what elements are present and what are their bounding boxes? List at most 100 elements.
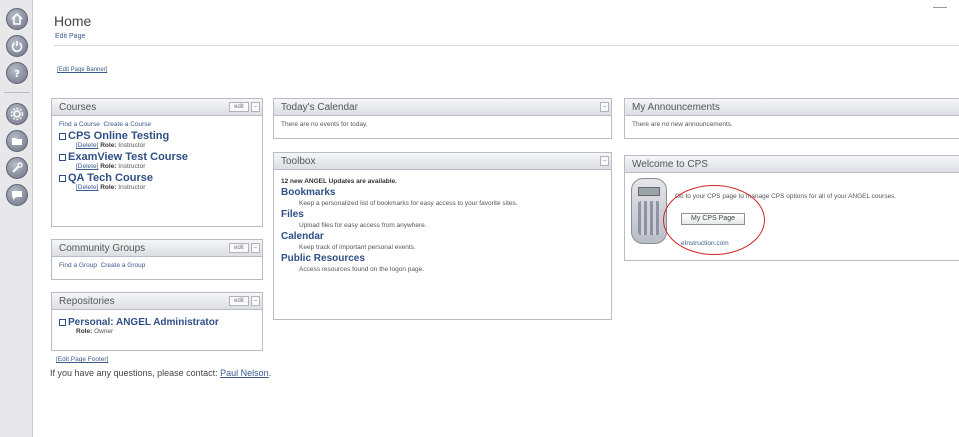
courses-panel: Courses edit – Find a Course Create a Co… <box>51 98 263 227</box>
announcements-panel-body: There are no new announcements. <box>625 116 959 133</box>
cps-panel-title: Welcome to CPS <box>632 159 708 170</box>
calendar-minimize-button[interactable]: – <box>600 102 609 112</box>
tools-icon[interactable] <box>6 157 28 179</box>
tool-bookmarks-link[interactable]: Bookmarks <box>281 187 604 198</box>
header-divider <box>54 45 959 46</box>
toolbox-panel-header: Toolbox – <box>274 153 611 170</box>
tool-description: Upload files for easy access from anywhe… <box>299 222 427 229</box>
role-value: Instructor <box>118 184 146 191</box>
calendar-panel-title: Today's Calendar <box>281 102 358 113</box>
repositories-panel-body: Personal: ANGEL Administrator Role: Owne… <box>52 310 262 340</box>
role-label: Role: <box>100 184 117 191</box>
clicker-keypad <box>638 201 660 235</box>
announcements-empty-message: There are no new announcements. <box>632 121 733 128</box>
role-value: Owner <box>94 328 114 335</box>
role-label: Role: <box>76 328 93 335</box>
courses-panel-header: Courses edit – <box>52 99 262 116</box>
home-icon[interactable] <box>6 8 28 30</box>
todays-calendar-panel: Today's Calendar – There are no events f… <box>273 98 612 139</box>
announcements-panel-header: My Announcements <box>625 99 959 116</box>
delete-course-link[interactable]: [Delete] <box>76 184 98 191</box>
repositories-panel-title: Repositories <box>59 296 115 307</box>
course-name[interactable]: ExamView Test Course <box>68 151 188 163</box>
course-checkbox-icon <box>59 174 66 182</box>
top-rule <box>933 7 947 8</box>
my-announcements-panel: My Announcements There are no new announ… <box>624 98 959 139</box>
tool-description: Keep a personalized list of bookmarks fo… <box>299 200 518 207</box>
courses-minimize-button[interactable]: – <box>251 102 260 112</box>
course-name[interactable]: QA Tech Course <box>68 172 153 184</box>
delete-course-link[interactable]: [Delete] <box>76 163 98 170</box>
community-panel-body: Find a Group Create a Group <box>52 257 262 274</box>
community-panel-title: Community Groups <box>59 243 146 254</box>
clicker-screen <box>638 187 660 196</box>
tool-description: Access resources found on the logon page… <box>299 266 425 273</box>
rail-divider <box>4 92 30 93</box>
tool-public-resources-link[interactable]: Public Resources <box>281 253 604 264</box>
community-minimize-button[interactable]: – <box>251 243 260 253</box>
course-name[interactable]: CPS Online Testing <box>68 130 169 142</box>
toolbox-panel: Toolbox – 12 new ANGEL Updates are avail… <box>273 152 612 320</box>
create-group-link[interactable]: Create a Group <box>101 262 146 269</box>
repositories-minimize-button[interactable]: – <box>251 296 260 306</box>
role-label: Role: <box>100 163 117 170</box>
folder-icon[interactable] <box>6 130 28 152</box>
calendar-panel-body: There are no events for today. <box>274 116 611 133</box>
repository-item[interactable]: Personal: ANGEL Administrator <box>59 317 255 328</box>
role-label: Role: <box>100 142 117 149</box>
find-course-link[interactable]: Find a Course <box>59 121 100 128</box>
power-icon[interactable] <box>6 35 28 57</box>
course-checkbox-icon <box>59 132 66 140</box>
role-value: Instructor <box>118 163 146 170</box>
community-groups-panel: Community Groups edit – Find a Group Cre… <box>51 239 263 280</box>
tool-description: Keep track of important personal events. <box>299 244 416 251</box>
courses-edit-button[interactable]: edit <box>229 102 249 112</box>
cps-clicker-image <box>631 178 667 244</box>
toolbox-minimize-button[interactable]: – <box>600 156 609 166</box>
edit-page-footer-link[interactable]: [Edit Page Footer] <box>56 356 108 363</box>
edit-page-link[interactable]: Edit Page <box>55 33 85 40</box>
community-panel-header: Community Groups edit – <box>52 240 262 257</box>
community-edit-button[interactable]: edit <box>229 243 249 253</box>
create-course-link[interactable]: Create a Course <box>103 121 151 128</box>
delete-course-link[interactable]: [Delete] <box>76 142 98 149</box>
courses-panel-body: Find a Course Create a Course CPS Online… <box>52 116 262 196</box>
help-icon[interactable]: ? <box>6 62 28 84</box>
repository-checkbox-icon <box>59 319 66 326</box>
course-meta: [Delete] Role: Instructor <box>76 184 255 191</box>
highlight-annotation <box>663 185 765 255</box>
course-meta: [Delete] Role: Instructor <box>76 163 255 170</box>
repositories-panel-header: Repositories edit – <box>52 293 262 310</box>
announcements-panel-title: My Announcements <box>632 102 720 113</box>
repositories-panel: Repositories edit – Personal: ANGEL Admi… <box>51 292 263 351</box>
contact-line: If you have any questions, please contac… <box>50 368 271 378</box>
contact-text: If you have any questions, please contac… <box>50 368 218 378</box>
course-meta: [Delete] Role: Instructor <box>76 142 255 149</box>
edit-page-banner-link[interactable]: [Edit Page Banner] <box>57 67 107 73</box>
course-item[interactable]: CPS Online Testing <box>59 130 255 142</box>
cps-panel-body: Go to your CPS page to manage CPS option… <box>625 173 959 261</box>
repositories-edit-button[interactable]: edit <box>229 296 249 306</box>
contact-end: . <box>268 368 272 378</box>
courses-panel-title: Courses <box>59 102 97 113</box>
calendar-empty-message: There are no events for today. <box>281 121 368 128</box>
course-item[interactable]: QA Tech Course <box>59 172 255 184</box>
settings-icon[interactable] <box>6 103 28 125</box>
find-group-link[interactable]: Find a Group <box>59 262 97 269</box>
repository-name[interactable]: Personal: ANGEL Administrator <box>68 317 219 328</box>
toolbox-panel-title: Toolbox <box>281 156 316 167</box>
course-item[interactable]: ExamView Test Course <box>59 151 255 163</box>
toolbox-panel-body: 12 new ANGEL Updates are available. Book… <box>274 170 611 280</box>
tool-calendar-link[interactable]: Calendar <box>281 231 604 242</box>
tool-files-link[interactable]: Files <box>281 209 604 220</box>
page-title: Home <box>54 13 92 29</box>
cps-panel-header: Welcome to CPS <box>625 156 959 173</box>
updates-notice[interactable]: 12 new ANGEL Updates are available. <box>281 178 604 185</box>
contact-link[interactable]: Paul Nelson <box>220 368 269 378</box>
welcome-cps-panel: Welcome to CPS Go to your CPS page to ma… <box>624 155 959 261</box>
calendar-panel-header: Today's Calendar – <box>274 99 611 116</box>
icon-rail: ? <box>0 0 33 437</box>
repository-meta: Role: Owner <box>76 328 255 335</box>
chat-icon[interactable] <box>6 184 28 206</box>
course-checkbox-icon <box>59 153 66 161</box>
